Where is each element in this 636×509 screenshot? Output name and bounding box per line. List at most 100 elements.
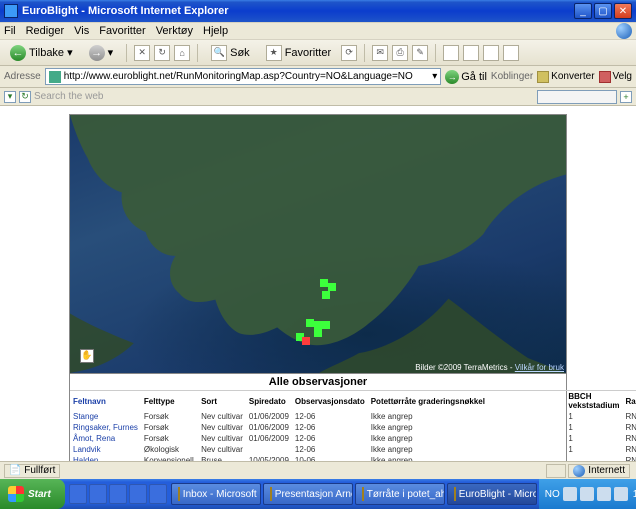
taskbar-item[interactable]: Presentasjon Arne H... xyxy=(263,483,353,505)
table-row[interactable]: StangeForsøkNev cultivar01/06/200912-06I… xyxy=(70,411,636,422)
cell-obs: 12-06 xyxy=(292,411,368,422)
map-marker[interactable] xyxy=(328,283,336,291)
quick-launch-icon[interactable] xyxy=(149,484,167,504)
cell-sort: Nev cultivar xyxy=(198,433,246,444)
table-row[interactable]: Åmot, RenaForsøkNev cultivar01/06/200912… xyxy=(70,433,636,444)
home-icon[interactable]: ⌂ xyxy=(174,45,190,61)
quick-launch-icon[interactable] xyxy=(69,484,87,504)
search-placeholder[interactable]: Search the web xyxy=(34,91,104,102)
star-icon: ★ xyxy=(266,45,282,61)
map-view[interactable]: ✋ Bilder ©2009 TerraMetrics - Vilkår for… xyxy=(69,114,567,374)
table-row[interactable]: LandvikØkologiskNev cultivar12-06Ikke an… xyxy=(70,444,636,455)
taskbar-item-label: Inbox - Microsoft Out... xyxy=(183,489,261,500)
go-button[interactable]: → Gå til xyxy=(445,70,487,84)
quick-launch-icon[interactable] xyxy=(129,484,147,504)
cell-sort: Nev cultivar xyxy=(198,444,246,455)
quick-launch-icon[interactable] xyxy=(109,484,127,504)
hand-icon: ✋ xyxy=(80,349,94,363)
map-marker[interactable] xyxy=(320,279,328,287)
taskbar-app-icon xyxy=(362,487,364,501)
back-button[interactable]: ← Tilbake ▾ xyxy=(4,43,79,63)
map-marker[interactable] xyxy=(322,321,330,329)
select-button[interactable]: Velg xyxy=(599,71,632,83)
cell-rep: RNA xyxy=(622,444,636,455)
quick-launch xyxy=(69,484,167,504)
close-button[interactable]: ✕ xyxy=(614,3,632,19)
map-marker[interactable] xyxy=(314,329,322,337)
history-icon[interactable]: ⟳ xyxy=(341,45,357,61)
dropdown-icon[interactable]: ▾ xyxy=(4,91,16,103)
menu-favoritter[interactable]: Favoritter xyxy=(99,25,145,37)
taskbar-item[interactable]: Tørråte i potet_ah_l... xyxy=(355,483,445,505)
minimize-button[interactable]: _ xyxy=(574,3,592,19)
tray-icon[interactable] xyxy=(597,487,611,501)
cell-type: Forsøk xyxy=(141,411,198,422)
map-marker-active[interactable] xyxy=(302,337,310,345)
taskbar-app-icon xyxy=(454,487,456,501)
taskbar-item-label: EuroBlight - Microsof... xyxy=(459,489,537,500)
map-pan-control[interactable]: ✋ xyxy=(72,341,102,371)
menu-fil[interactable]: Fil xyxy=(4,25,16,37)
extra-icon-2[interactable] xyxy=(463,45,479,61)
map-credits: Bilder ©2009 TerraMetrics - Vilkår for b… xyxy=(415,363,564,372)
search-label: Søk xyxy=(230,47,250,59)
address-bar: Adresse http://www.euroblight.net/RunMon… xyxy=(0,66,636,88)
links-label[interactable]: Koblinger xyxy=(491,71,533,82)
tray-icon[interactable] xyxy=(614,487,628,501)
cell-bbch: 1 xyxy=(565,422,622,433)
forward-button[interactable]: → ▾ xyxy=(83,43,120,63)
mail-icon[interactable]: ✉ xyxy=(372,45,388,61)
extra-icon-3[interactable] xyxy=(483,45,499,61)
taskbar-app-icon xyxy=(178,487,180,501)
toolbar: ← Tilbake ▾ → ▾ ✕ ↻ ⌂ 🔍 Søk ★ Favoritter… xyxy=(0,40,636,66)
col-gradering: Potettørråte graderingsnøkkel xyxy=(368,391,566,412)
convert-label: Konverter xyxy=(551,71,594,82)
cell-spire: 01/06/2009 xyxy=(246,411,292,422)
address-url: http://www.euroblight.net/RunMonitoringM… xyxy=(64,71,433,82)
cell-spire: 01/06/2009 xyxy=(246,433,292,444)
menu-hjelp[interactable]: Hjelp xyxy=(203,25,228,37)
map-marker[interactable] xyxy=(306,319,314,327)
extra-icon-4[interactable] xyxy=(503,45,519,61)
windows-flag-icon xyxy=(8,486,24,502)
table-row[interactable]: Ringsaker, FurnesForsøkNev cultivar01/06… xyxy=(70,422,636,433)
address-input[interactable]: http://www.euroblight.net/RunMonitoringM… xyxy=(45,68,442,85)
tray-icon[interactable] xyxy=(580,487,594,501)
credits-text: Bilder ©2009 TerraMetrics - xyxy=(415,363,515,372)
convert-button[interactable]: Konverter xyxy=(537,71,594,83)
lang-indicator[interactable]: NO xyxy=(545,489,560,500)
col-spiredato: Spiredato xyxy=(246,391,292,412)
search-field[interactable] xyxy=(537,90,617,104)
menu-vis[interactable]: Vis xyxy=(74,25,89,37)
chevron-down-icon[interactable]: ▾ xyxy=(432,71,437,82)
select-label: Velg xyxy=(613,71,632,82)
edit-icon[interactable]: ✎ xyxy=(412,45,428,61)
window-title: EuroBlight - Microsoft Internet Explorer xyxy=(22,5,574,17)
col-feltnavn: Feltnavn xyxy=(70,391,141,412)
map-marker[interactable] xyxy=(314,321,322,329)
map-marker[interactable] xyxy=(322,291,330,299)
extra-icon-1[interactable] xyxy=(443,45,459,61)
favorites-button[interactable]: ★ Favoritter xyxy=(260,43,337,63)
chevron-down-icon: ▾ xyxy=(108,46,114,59)
menu-verktoy[interactable]: Verktøy xyxy=(156,25,193,37)
internet-zone-icon xyxy=(573,465,585,477)
terms-link[interactable]: Vilkår for bruk xyxy=(515,363,564,372)
print-icon[interactable]: ⎙ xyxy=(392,45,408,61)
search-go-icon[interactable]: + xyxy=(620,91,632,103)
menu-rediger[interactable]: Rediger xyxy=(26,25,65,37)
reload-icon[interactable]: ↻ xyxy=(19,91,31,103)
tray-icon[interactable] xyxy=(563,487,577,501)
refresh-icon[interactable]: ↻ xyxy=(154,45,170,61)
search-button[interactable]: 🔍 Søk xyxy=(205,43,256,63)
window-titlebar: EuroBlight - Microsoft Internet Explorer… xyxy=(0,0,636,22)
stop-icon[interactable]: ✕ xyxy=(134,45,150,61)
taskbar: Start Inbox - Microsoft Out...Presentasj… xyxy=(0,479,636,509)
taskbar-item[interactable]: EuroBlight - Microsof... xyxy=(447,483,537,505)
quick-launch-icon[interactable] xyxy=(89,484,107,504)
cell-obs: 12-06 xyxy=(292,444,368,455)
cell-grade: Ikke angrep xyxy=(368,411,566,422)
taskbar-item[interactable]: Inbox - Microsoft Out... xyxy=(171,483,261,505)
maximize-button[interactable]: ▢ xyxy=(594,3,612,19)
start-button[interactable]: Start xyxy=(0,479,65,509)
